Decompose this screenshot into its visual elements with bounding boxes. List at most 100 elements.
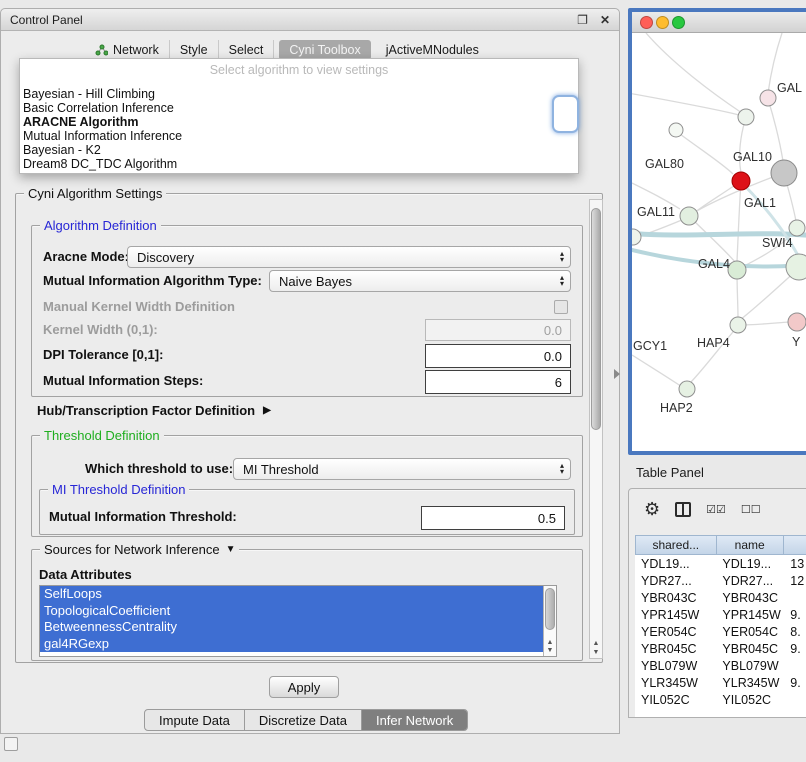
network-graph: GAL GAL80 GAL10 GAL11 GAL1 SWI4 GAL4 GCY… bbox=[632, 33, 806, 451]
cell: YDL19... bbox=[635, 557, 716, 571]
network-node[interactable] bbox=[738, 109, 754, 125]
hub-expander-label: Hub/Transcription Factor Definition bbox=[37, 403, 255, 418]
minimize-traffic-icon[interactable] bbox=[656, 16, 669, 29]
cell: YIL052C bbox=[635, 693, 716, 707]
network-node[interactable] bbox=[788, 313, 806, 331]
settings-scrollbar[interactable]: ▲ ▼ bbox=[589, 199, 603, 659]
which-threshold-label: Which threshold to use: bbox=[85, 461, 233, 476]
network-canvas[interactable]: GAL GAL80 GAL10 GAL11 GAL1 SWI4 GAL4 GCY… bbox=[632, 33, 806, 451]
kernel-width-field[interactable]: 0.0 bbox=[425, 319, 571, 341]
sources-expander[interactable]: Sources for Network Inference ▼ bbox=[40, 542, 239, 557]
algorithm-dropdown-popup: Select algorithm to view settings Bayesi… bbox=[19, 58, 579, 174]
gear-icon[interactable]: ⚙ bbox=[644, 500, 660, 518]
scrollbar-arrows[interactable]: ▲ ▼ bbox=[544, 639, 556, 655]
column-header[interactable] bbox=[784, 536, 806, 554]
mi-steps-field[interactable]: 6 bbox=[425, 370, 571, 394]
tab-infer-network[interactable]: Infer Network bbox=[362, 710, 467, 730]
zoom-traffic-icon[interactable] bbox=[672, 16, 685, 29]
mi-algorithm-type-select[interactable]: Naive Bayes ▴▾ bbox=[269, 270, 571, 292]
scrollbar-thumb[interactable] bbox=[545, 588, 555, 630]
scroll-down-icon[interactable]: ▼ bbox=[590, 648, 602, 657]
data-attributes-label: Data Attributes bbox=[39, 567, 132, 582]
network-node-gray[interactable] bbox=[771, 160, 797, 186]
algorithm-option[interactable]: Bayesian - Hill Climbing bbox=[20, 87, 578, 101]
close-icon[interactable]: ✕ bbox=[600, 13, 610, 27]
list-item[interactable]: BetweennessCentrality bbox=[40, 619, 543, 636]
tab-style[interactable]: Style bbox=[170, 40, 219, 60]
algorithm-option[interactable]: ARACNE Algorithm bbox=[20, 115, 578, 129]
network-node[interactable] bbox=[760, 90, 776, 106]
table-row[interactable]: YBR045C YBR045C 9. bbox=[635, 640, 806, 657]
list-item[interactable]: gal4RGexp bbox=[40, 636, 543, 653]
columns-icon[interactable] bbox=[675, 502, 691, 517]
table-row[interactable]: YIL052C YIL052C bbox=[635, 691, 806, 708]
table-row[interactable]: YDL19... YDL19... 13 bbox=[635, 555, 806, 572]
scrollbar-arrows[interactable]: ▲ ▼ bbox=[590, 639, 602, 657]
table-row[interactable]: YPR145W YPR145W 9. bbox=[635, 606, 806, 623]
tab-jactivemnodules[interactable]: jActiveMNodules bbox=[376, 40, 489, 60]
list-item[interactable]: TopologicalCoefficient bbox=[40, 603, 543, 620]
node-label: GAL1 bbox=[744, 196, 776, 210]
table-row[interactable]: YLR345W YLR345W 9. bbox=[635, 674, 806, 691]
algorithm-option[interactable]: Dream8 DC_TDC Algorithm bbox=[20, 157, 578, 171]
scrollbar-thumb[interactable] bbox=[591, 208, 601, 430]
tab-cyni-toolbox[interactable]: Cyni Toolbox bbox=[279, 40, 370, 60]
apply-button-label: Apply bbox=[288, 680, 321, 695]
algorithm-option[interactable]: Basic Correlation Inference bbox=[20, 101, 578, 115]
combo-arrows-icon: ▴▾ bbox=[560, 275, 564, 287]
cell: YIL052C bbox=[716, 693, 784, 707]
mi-steps-value: 6 bbox=[555, 375, 562, 390]
cell: YBL079W bbox=[716, 659, 784, 673]
cell: YBR045C bbox=[716, 642, 784, 656]
dpi-tolerance-field[interactable]: 0.0 bbox=[425, 344, 571, 368]
table-row[interactable]: YBL079W YBL079W bbox=[635, 657, 806, 674]
list-item[interactable]: SelfLoops bbox=[40, 586, 543, 603]
table-toolbar: ⚙ ☑☑ ☐☐ bbox=[629, 489, 806, 529]
node-label: GAL4 bbox=[698, 257, 730, 271]
scroll-up-icon[interactable]: ▲ bbox=[590, 639, 602, 648]
network-node[interactable] bbox=[669, 123, 683, 137]
network-node[interactable] bbox=[680, 207, 698, 225]
tab-select[interactable]: Select bbox=[219, 40, 275, 60]
cell: YPR145W bbox=[716, 608, 784, 622]
apply-button[interactable]: Apply bbox=[269, 676, 339, 698]
table-row[interactable]: YBR043C YBR043C bbox=[635, 589, 806, 606]
tab-network[interactable]: Network bbox=[85, 40, 170, 60]
hub-transcription-factor-expander[interactable]: Hub/Transcription Factor Definition ▶ bbox=[37, 403, 271, 418]
scroll-down-icon[interactable]: ▼ bbox=[544, 647, 556, 655]
cell: YLR345W bbox=[635, 676, 716, 690]
cell: YBR043C bbox=[635, 591, 716, 605]
tab-label: Impute Data bbox=[159, 713, 230, 728]
group-title: Threshold Definition bbox=[40, 428, 164, 443]
mi-threshold-label: Mutual Information Threshold: bbox=[49, 509, 237, 524]
corner-widget[interactable] bbox=[4, 737, 18, 751]
network-node[interactable] bbox=[728, 261, 746, 279]
column-header[interactable]: name bbox=[717, 536, 784, 554]
close-traffic-icon[interactable] bbox=[640, 16, 653, 29]
list-scrollbar[interactable]: ▲ ▼ bbox=[543, 586, 556, 656]
aracne-mode-select[interactable]: Discovery ▴▾ bbox=[127, 246, 571, 268]
float-window-icon[interactable]: ❐ bbox=[577, 13, 588, 27]
tab-discretize-data[interactable]: Discretize Data bbox=[245, 710, 362, 730]
manual-kernel-width-checkbox[interactable] bbox=[554, 300, 568, 314]
algorithm-option[interactable]: Mutual Information Inference bbox=[20, 129, 578, 143]
aracne-mode-value: Discovery bbox=[137, 250, 560, 265]
network-node[interactable] bbox=[679, 381, 695, 397]
column-header[interactable]: shared... bbox=[636, 536, 717, 554]
network-node[interactable] bbox=[786, 254, 806, 280]
network-node[interactable] bbox=[730, 317, 746, 333]
deselect-all-checkboxes-icon[interactable]: ☐☐ bbox=[741, 503, 761, 516]
which-threshold-select[interactable]: MI Threshold ▴▾ bbox=[233, 458, 571, 480]
group-title: Cyni Algorithm Settings bbox=[24, 186, 166, 201]
table-row[interactable]: YDR27... YDR27... 12 bbox=[635, 572, 806, 589]
table-row[interactable]: YER054C YER054C 8. bbox=[635, 623, 806, 640]
network-node[interactable] bbox=[789, 220, 805, 236]
mi-threshold-field[interactable]: 0.5 bbox=[421, 506, 565, 530]
panel-splitter-handle[interactable] bbox=[614, 369, 620, 379]
tab-impute-data[interactable]: Impute Data bbox=[145, 710, 245, 730]
network-node-gal10-red[interactable] bbox=[732, 172, 750, 190]
scroll-up-icon[interactable]: ▲ bbox=[544, 639, 556, 647]
cell: 8. bbox=[784, 625, 806, 639]
algorithm-option[interactable]: Bayesian - K2 bbox=[20, 143, 578, 157]
select-all-checkboxes-icon[interactable]: ☑☑ bbox=[706, 503, 726, 516]
